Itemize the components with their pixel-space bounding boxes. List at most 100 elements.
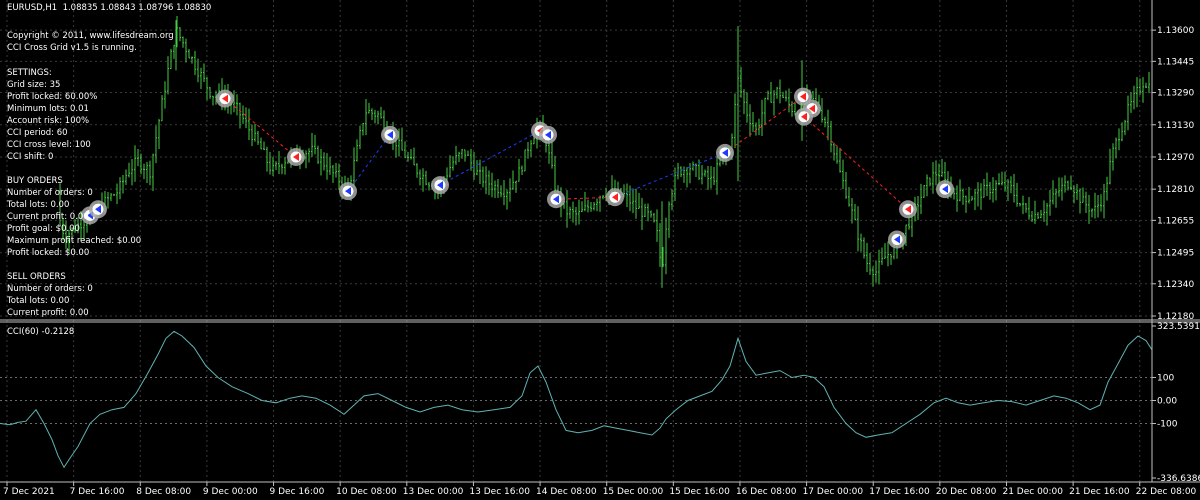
price-bar xyxy=(1037,212,1039,220)
sell-number-of-orders: Number of orders: 0 xyxy=(7,284,93,294)
price-bar xyxy=(407,152,409,162)
price-bar xyxy=(962,188,964,205)
sell-total-lots: Total lots: 0.00 xyxy=(7,296,70,306)
price-bar xyxy=(428,181,430,191)
price-bar xyxy=(371,108,373,121)
sell-order-link xyxy=(803,116,909,210)
price-bar xyxy=(1070,175,1072,191)
price-bar xyxy=(134,145,136,182)
buy-total-lots: Total lots: 0.00 xyxy=(7,200,70,210)
price-bar xyxy=(998,173,1000,186)
price-bar xyxy=(680,166,682,178)
price-bar xyxy=(320,148,322,176)
price-bar xyxy=(212,95,214,106)
trading-terminal: 7 Dec 2021 7 Dec 16:00 8 Dec 08:00 9 Dec 00… xyxy=(0,0,1200,500)
price-bar xyxy=(1016,182,1018,207)
price-bar xyxy=(767,90,769,101)
price-bar xyxy=(482,166,484,188)
price-bar xyxy=(122,174,124,194)
settings-cci-cross-level: CCI cross level: 100 xyxy=(7,140,91,150)
price-bar xyxy=(686,167,688,188)
price-bar xyxy=(1022,195,1024,215)
price-bar xyxy=(377,110,379,125)
price-bar xyxy=(269,151,271,175)
price-bar xyxy=(773,90,775,116)
time-tick-label: 7 Dec 16:00 xyxy=(70,487,125,497)
price-bar xyxy=(419,169,421,186)
price-bar xyxy=(281,163,283,175)
price-bar xyxy=(851,198,853,224)
buy-order-marker xyxy=(431,176,449,195)
price-tick-label: 1.12810 xyxy=(1157,185,1194,195)
price-bar xyxy=(179,27,181,42)
chart-canvas[interactable]: 7 Dec 2021 7 Dec 16:00 8 Dec 08:00 9 Dec 00… xyxy=(0,0,1200,500)
price-bar xyxy=(425,170,427,186)
price-bar xyxy=(128,162,130,178)
price-bar xyxy=(827,109,829,141)
price-bar xyxy=(170,48,172,69)
price-bar xyxy=(155,125,157,164)
price-bar xyxy=(149,160,151,186)
price-bar xyxy=(167,56,169,95)
price-bar xyxy=(551,140,553,169)
price-bar xyxy=(266,146,268,172)
price-bar xyxy=(1064,175,1066,193)
price-bar xyxy=(467,150,469,156)
price-bar xyxy=(305,150,307,169)
price-bar xyxy=(593,202,595,211)
sell-order-marker xyxy=(287,147,305,166)
price-bar xyxy=(1025,203,1027,213)
price-bar xyxy=(926,174,928,197)
price-bar xyxy=(713,167,715,186)
price-bar xyxy=(404,141,406,159)
sell-current-profit: Current profit: 0.00 xyxy=(7,308,89,318)
price-bar xyxy=(941,158,943,177)
time-tick-label: 22 Dec 08:00 xyxy=(1136,487,1197,497)
price-bar xyxy=(380,106,382,119)
buy-order-marker xyxy=(888,230,906,249)
price-bar xyxy=(158,118,160,149)
price-bar xyxy=(932,162,934,194)
buy-max-profit: Maximum profit reached: $0.00 xyxy=(7,236,142,246)
price-bar xyxy=(641,197,643,230)
time-tick-label: 21 Dec 00:00 xyxy=(1002,487,1063,497)
price-bar xyxy=(971,195,973,201)
price-bar xyxy=(413,147,415,166)
buy-order-marker xyxy=(539,125,557,144)
price-bar xyxy=(1091,208,1093,218)
price-bar xyxy=(1097,194,1099,218)
price-bar xyxy=(1010,176,1012,194)
price-bar xyxy=(500,185,502,198)
price-bar xyxy=(464,149,466,162)
price-bar xyxy=(644,203,646,218)
price-bar xyxy=(362,122,364,136)
ea-status-text: CCI Cross Grid v1.5 is running. xyxy=(7,43,137,53)
time-tick-label: 16 Dec 08:00 xyxy=(736,487,797,497)
price-bar xyxy=(647,203,649,222)
price-bar xyxy=(452,156,454,171)
price-bar xyxy=(602,195,604,200)
price-bar xyxy=(410,149,412,160)
price-bar xyxy=(596,198,598,212)
price-bar xyxy=(752,111,754,132)
price-bar xyxy=(1103,183,1105,219)
price-bar xyxy=(710,166,712,189)
price-bar xyxy=(974,189,976,211)
price-bar xyxy=(578,199,580,225)
price-bar xyxy=(923,185,925,198)
price-bar xyxy=(509,178,511,202)
price-bar xyxy=(191,56,193,64)
price-bar xyxy=(764,97,766,125)
price-bar xyxy=(263,141,265,150)
price-bar xyxy=(1013,173,1015,203)
price-bar xyxy=(917,196,919,220)
price-bar xyxy=(836,146,838,164)
price-bar xyxy=(839,147,841,173)
price-bar xyxy=(875,260,877,283)
price-bar xyxy=(188,49,190,59)
settings-cci-period: CCI period: 60 xyxy=(7,128,68,138)
buy-profit-locked: Profit locked: $0.00 xyxy=(7,248,90,258)
price-bar xyxy=(506,189,508,210)
sell-orders-title: SELL ORDERS xyxy=(7,272,66,282)
price-bar xyxy=(584,191,586,212)
